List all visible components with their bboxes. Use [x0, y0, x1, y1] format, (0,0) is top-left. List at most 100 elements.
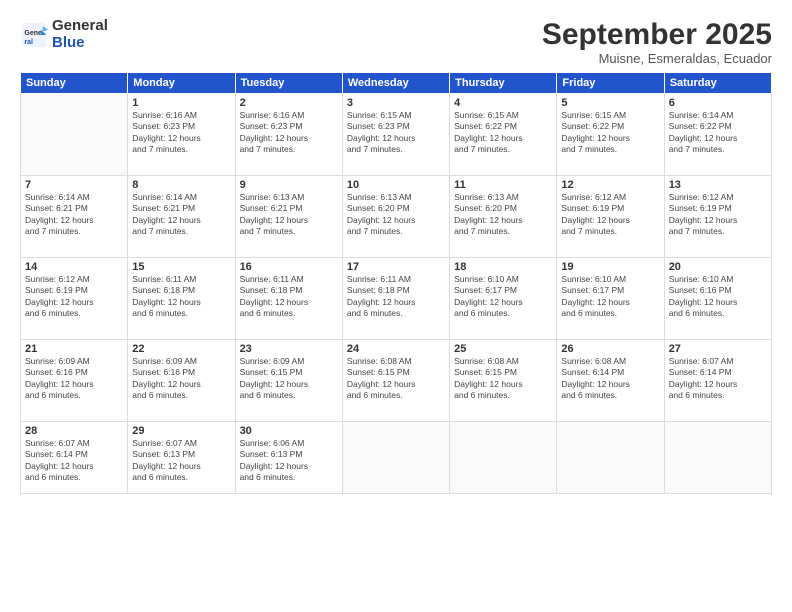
svg-text:ral: ral: [24, 38, 33, 45]
table-row: 1Sunrise: 6:16 AMSunset: 6:23 PMDaylight…: [128, 94, 235, 176]
day-info: Sunrise: 6:07 AMSunset: 6:14 PMDaylight:…: [25, 438, 123, 484]
table-row: 15Sunrise: 6:11 AMSunset: 6:18 PMDayligh…: [128, 258, 235, 340]
col-thursday: Thursday: [450, 73, 557, 94]
table-row: [557, 422, 664, 494]
day-number: 27: [669, 343, 767, 355]
day-info: Sunrise: 6:06 AMSunset: 6:13 PMDaylight:…: [240, 438, 338, 484]
col-sunday: Sunday: [21, 73, 128, 94]
day-number: 3: [347, 97, 445, 109]
day-info: Sunrise: 6:08 AMSunset: 6:15 PMDaylight:…: [347, 356, 445, 402]
day-number: 5: [561, 97, 659, 109]
day-number: 9: [240, 179, 338, 191]
table-row: 9Sunrise: 6:13 AMSunset: 6:21 PMDaylight…: [235, 176, 342, 258]
calendar: Sunday Monday Tuesday Wednesday Thursday…: [20, 72, 772, 494]
day-info: Sunrise: 6:09 AMSunset: 6:16 PMDaylight:…: [25, 356, 123, 402]
table-row: [664, 422, 771, 494]
day-number: 23: [240, 343, 338, 355]
day-number: 17: [347, 261, 445, 273]
day-number: 8: [132, 179, 230, 191]
table-row: 3Sunrise: 6:15 AMSunset: 6:23 PMDaylight…: [342, 94, 449, 176]
table-row: 8Sunrise: 6:14 AMSunset: 6:21 PMDaylight…: [128, 176, 235, 258]
title-block: September 2025 Muisne, Esmeraldas, Ecuad…: [542, 18, 772, 66]
day-number: 13: [669, 179, 767, 191]
day-info: Sunrise: 6:12 AMSunset: 6:19 PMDaylight:…: [669, 192, 767, 238]
day-number: 24: [347, 343, 445, 355]
day-number: 20: [669, 261, 767, 273]
day-number: 18: [454, 261, 552, 273]
day-number: 12: [561, 179, 659, 191]
table-row: 21Sunrise: 6:09 AMSunset: 6:16 PMDayligh…: [21, 340, 128, 422]
table-row: [342, 422, 449, 494]
table-row: 26Sunrise: 6:08 AMSunset: 6:14 PMDayligh…: [557, 340, 664, 422]
day-info: Sunrise: 6:07 AMSunset: 6:13 PMDaylight:…: [132, 438, 230, 484]
table-row: 13Sunrise: 6:12 AMSunset: 6:19 PMDayligh…: [664, 176, 771, 258]
table-row: 29Sunrise: 6:07 AMSunset: 6:13 PMDayligh…: [128, 422, 235, 494]
table-row: 16Sunrise: 6:11 AMSunset: 6:18 PMDayligh…: [235, 258, 342, 340]
day-number: 7: [25, 179, 123, 191]
day-number: 25: [454, 343, 552, 355]
day-info: Sunrise: 6:11 AMSunset: 6:18 PMDaylight:…: [347, 274, 445, 320]
col-monday: Monday: [128, 73, 235, 94]
day-number: 28: [25, 425, 123, 437]
logo-general-text: General: [52, 18, 108, 35]
table-row: 23Sunrise: 6:09 AMSunset: 6:15 PMDayligh…: [235, 340, 342, 422]
day-number: 29: [132, 425, 230, 437]
logo-blue-text: Blue: [52, 35, 108, 52]
day-info: Sunrise: 6:12 AMSunset: 6:19 PMDaylight:…: [25, 274, 123, 320]
table-row: 17Sunrise: 6:11 AMSunset: 6:18 PMDayligh…: [342, 258, 449, 340]
day-info: Sunrise: 6:13 AMSunset: 6:21 PMDaylight:…: [240, 192, 338, 238]
day-info: Sunrise: 6:09 AMSunset: 6:15 PMDaylight:…: [240, 356, 338, 402]
table-row: 2Sunrise: 6:16 AMSunset: 6:23 PMDaylight…: [235, 94, 342, 176]
day-info: Sunrise: 6:15 AMSunset: 6:22 PMDaylight:…: [454, 110, 552, 156]
subtitle: Muisne, Esmeraldas, Ecuador: [542, 51, 772, 66]
col-tuesday: Tuesday: [235, 73, 342, 94]
day-number: 6: [669, 97, 767, 109]
day-number: 16: [240, 261, 338, 273]
day-info: Sunrise: 6:15 AMSunset: 6:23 PMDaylight:…: [347, 110, 445, 156]
table-row: 25Sunrise: 6:08 AMSunset: 6:15 PMDayligh…: [450, 340, 557, 422]
day-number: 22: [132, 343, 230, 355]
day-info: Sunrise: 6:14 AMSunset: 6:22 PMDaylight:…: [669, 110, 767, 156]
svg-text:Gene: Gene: [24, 30, 42, 37]
day-number: 30: [240, 425, 338, 437]
table-row: 20Sunrise: 6:10 AMSunset: 6:16 PMDayligh…: [664, 258, 771, 340]
col-friday: Friday: [557, 73, 664, 94]
table-row: 28Sunrise: 6:07 AMSunset: 6:14 PMDayligh…: [21, 422, 128, 494]
day-number: 11: [454, 179, 552, 191]
table-row: 27Sunrise: 6:07 AMSunset: 6:14 PMDayligh…: [664, 340, 771, 422]
day-number: 1: [132, 97, 230, 109]
calendar-header-row: Sunday Monday Tuesday Wednesday Thursday…: [21, 73, 772, 94]
day-info: Sunrise: 6:10 AMSunset: 6:17 PMDaylight:…: [454, 274, 552, 320]
day-number: 26: [561, 343, 659, 355]
day-info: Sunrise: 6:08 AMSunset: 6:14 PMDaylight:…: [561, 356, 659, 402]
table-row: 11Sunrise: 6:13 AMSunset: 6:20 PMDayligh…: [450, 176, 557, 258]
day-info: Sunrise: 6:11 AMSunset: 6:18 PMDaylight:…: [132, 274, 230, 320]
day-info: Sunrise: 6:15 AMSunset: 6:22 PMDaylight:…: [561, 110, 659, 156]
table-row: [21, 94, 128, 176]
day-info: Sunrise: 6:10 AMSunset: 6:17 PMDaylight:…: [561, 274, 659, 320]
day-number: 4: [454, 97, 552, 109]
table-row: 4Sunrise: 6:15 AMSunset: 6:22 PMDaylight…: [450, 94, 557, 176]
day-info: Sunrise: 6:09 AMSunset: 6:16 PMDaylight:…: [132, 356, 230, 402]
month-title: September 2025: [542, 18, 772, 51]
table-row: 5Sunrise: 6:15 AMSunset: 6:22 PMDaylight…: [557, 94, 664, 176]
table-row: 10Sunrise: 6:13 AMSunset: 6:20 PMDayligh…: [342, 176, 449, 258]
table-row: [450, 422, 557, 494]
day-number: 10: [347, 179, 445, 191]
day-info: Sunrise: 6:10 AMSunset: 6:16 PMDaylight:…: [669, 274, 767, 320]
col-wednesday: Wednesday: [342, 73, 449, 94]
table-row: 6Sunrise: 6:14 AMSunset: 6:22 PMDaylight…: [664, 94, 771, 176]
day-info: Sunrise: 6:07 AMSunset: 6:14 PMDaylight:…: [669, 356, 767, 402]
day-number: 14: [25, 261, 123, 273]
day-info: Sunrise: 6:14 AMSunset: 6:21 PMDaylight:…: [132, 192, 230, 238]
day-number: 2: [240, 97, 338, 109]
table-row: 22Sunrise: 6:09 AMSunset: 6:16 PMDayligh…: [128, 340, 235, 422]
col-saturday: Saturday: [664, 73, 771, 94]
day-number: 21: [25, 343, 123, 355]
table-row: 24Sunrise: 6:08 AMSunset: 6:15 PMDayligh…: [342, 340, 449, 422]
table-row: 12Sunrise: 6:12 AMSunset: 6:19 PMDayligh…: [557, 176, 664, 258]
day-info: Sunrise: 6:16 AMSunset: 6:23 PMDaylight:…: [132, 110, 230, 156]
day-info: Sunrise: 6:11 AMSunset: 6:18 PMDaylight:…: [240, 274, 338, 320]
table-row: 19Sunrise: 6:10 AMSunset: 6:17 PMDayligh…: [557, 258, 664, 340]
day-info: Sunrise: 6:13 AMSunset: 6:20 PMDaylight:…: [454, 192, 552, 238]
